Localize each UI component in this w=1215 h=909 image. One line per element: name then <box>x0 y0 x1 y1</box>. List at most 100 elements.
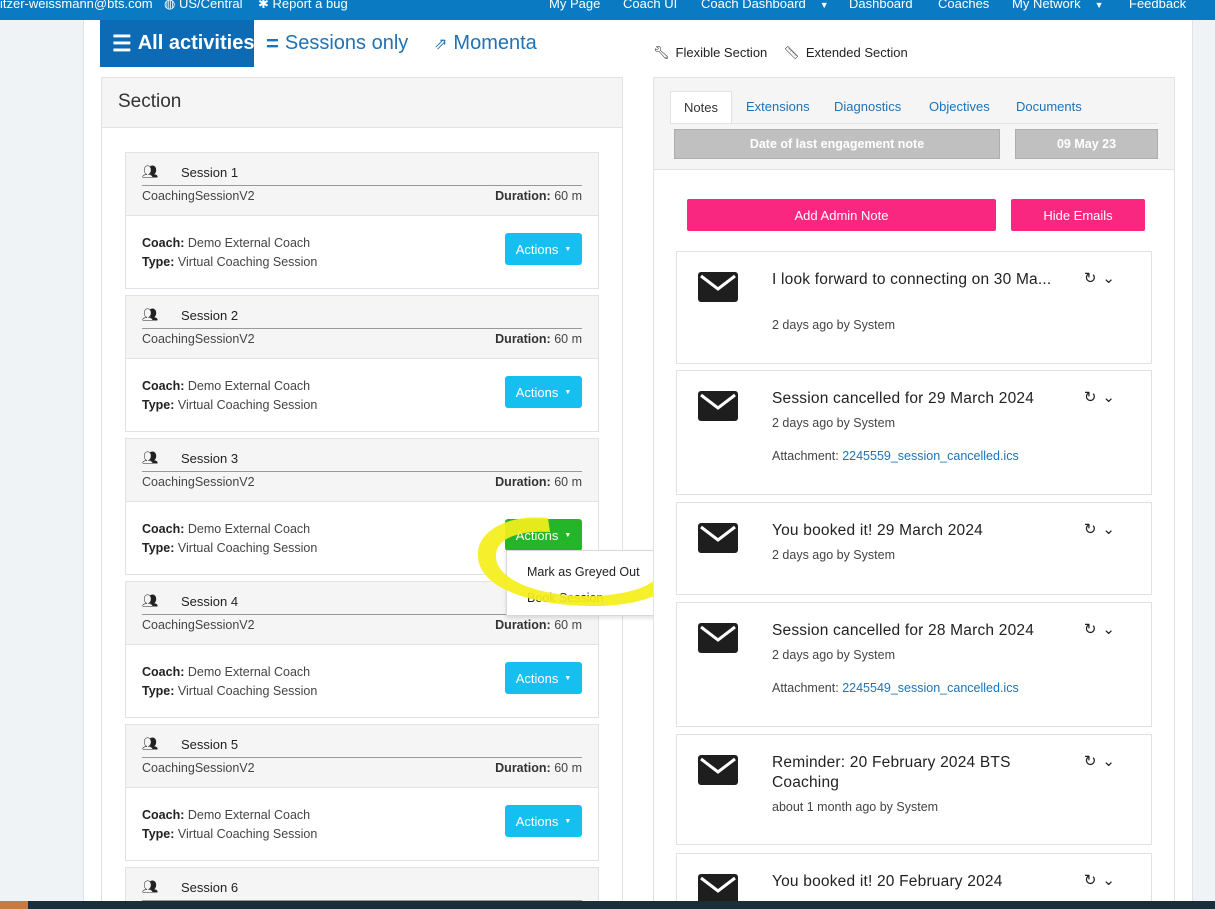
note-item-2[interactable]: Session cancelled for 29 March 2024 2 da… <box>676 370 1152 495</box>
actions-button[interactable]: Actions ▼ <box>505 233 582 265</box>
coach-label: Coach: <box>142 808 185 822</box>
actions-label: Actions <box>515 813 559 829</box>
nav-coach-dashboard[interactable]: Coach Dashboard ▼ <box>701 0 829 11</box>
duration-label: Duration: <box>495 761 551 775</box>
note-title: Reminder: 20 February 2024 BTS Coaching <box>772 754 1011 791</box>
chevron-down-icon[interactable]: ⌄ <box>1102 752 1115 770</box>
chevron-down-icon[interactable]: ⌄ <box>1102 620 1115 638</box>
chevron-down-icon[interactable]: ⌄ <box>1102 520 1115 538</box>
rocket-icon: ⇗ <box>434 35 448 53</box>
refresh-icon[interactable]: ↻ <box>1084 620 1097 638</box>
attachment-link[interactable]: 2245559_session_cancelled.ics <box>842 449 1019 463</box>
caret-down-icon: ▼ <box>564 245 572 253</box>
note-meta: 2 days ago by System <box>772 318 895 332</box>
chevron-down-icon[interactable]: ⌄ <box>1102 269 1115 287</box>
flexible-section-link[interactable]: 🔧︎ Flexible Section <box>653 45 767 61</box>
attachment-link[interactable]: 2245549_session_cancelled.ics <box>842 681 1019 695</box>
tab-objectives[interactable]: Objectives <box>929 91 990 124</box>
nav-my-network-label: My Network <box>1012 0 1081 11</box>
actions-button[interactable]: Actions ▼ <box>505 662 582 694</box>
note-item-1[interactable]: I look forward to connecting on 30 Ma...… <box>676 251 1152 364</box>
session-kind: CoachingSessionV2 <box>142 189 255 203</box>
session-coach: Coach: Demo External Coach <box>142 379 310 393</box>
session-card-1: 👥︎ Session 1 CoachingSessionV2 Duration: … <box>125 152 599 289</box>
actions-button[interactable]: Actions ▼ <box>505 805 582 837</box>
tab-extensions[interactable]: Extensions <box>746 91 810 124</box>
nav-feedback[interactable]: Feedback <box>1129 0 1186 11</box>
note-title: I look forward to connecting on 30 Ma... <box>772 271 1052 288</box>
refresh-icon[interactable]: ↻ <box>1084 388 1097 406</box>
actions-dropdown-menu: Mark as Greyed Out Book Session <box>506 550 660 616</box>
add-admin-note-button[interactable]: Add Admin Note <box>687 199 996 231</box>
chevron-down-icon[interactable]: ⌄ <box>1102 388 1115 406</box>
coach-label: Coach: <box>142 236 185 250</box>
nav-coaches[interactable]: Coaches <box>938 0 989 11</box>
timezone-link[interactable]: ◍ US/Central <box>164 0 243 12</box>
type-value: Virtual Coaching Session <box>177 255 318 269</box>
coach-value: Demo External Coach <box>187 379 311 393</box>
note-item-5[interactable]: Reminder: 20 February 2024 BTS Coaching … <box>676 734 1152 845</box>
users-icon: 👥︎ <box>142 307 159 322</box>
menu-item-mark-greyed-out[interactable]: Mark as Greyed Out <box>527 565 640 579</box>
refresh-icon[interactable]: ↻ <box>1084 871 1097 889</box>
equals-icon: = <box>266 30 279 56</box>
caret-down-icon: ▼ <box>564 531 572 539</box>
nav-my-network[interactable]: My Network ▼ <box>1012 0 1104 11</box>
taskbar-strip <box>0 901 1215 909</box>
filter-all-activities[interactable]: ☰ All activities <box>100 20 254 67</box>
actions-button[interactable]: Actions ▼ <box>505 376 582 408</box>
tab-diagnostics[interactable]: Diagnostics <box>834 91 901 124</box>
tab-documents[interactable]: Documents <box>1016 91 1082 124</box>
filter-sessions-only[interactable]: = Sessions only <box>254 20 420 67</box>
chevron-down-icon: ▼ <box>819 0 829 10</box>
hide-emails-button[interactable]: Hide Emails <box>1011 199 1145 231</box>
user-email[interactable]: itzer-weissmann@bts.com <box>0 0 153 11</box>
filter-sessions-label: Sessions only <box>284 32 409 54</box>
nav-my-page[interactable]: My Page <box>549 0 600 11</box>
attachment-label: Attachment: <box>772 681 839 695</box>
note-meta: 2 days ago by System <box>772 548 895 562</box>
session-kind: CoachingSessionV2 <box>142 618 255 632</box>
session-duration: Duration: 60 m <box>495 189 582 203</box>
last-engagement-date: 09 May 23 <box>1015 129 1158 159</box>
coach-label: Coach: <box>142 665 185 679</box>
session-type: Type: Virtual Coaching Session <box>142 684 317 698</box>
chevron-down-icon: ▼ <box>1094 0 1104 10</box>
note-attachment: Attachment: 2245549_session_cancelled.ic… <box>772 681 1019 695</box>
tab-notes[interactable]: Notes <box>670 91 732 124</box>
extended-section-link[interactable]: 📏︎ Extended Section <box>783 45 907 61</box>
session-name: Session 1 <box>181 165 239 180</box>
type-value: Virtual Coaching Session <box>177 827 318 841</box>
refresh-icon[interactable]: ↻ <box>1084 752 1097 770</box>
type-label: Type: <box>142 541 175 555</box>
refresh-icon[interactable]: ↻ <box>1084 269 1097 287</box>
note-item-3[interactable]: You booked it! 29 March 2024 2 days ago … <box>676 502 1152 595</box>
note-title: You booked it! 20 February 2024 <box>772 873 1003 890</box>
section-panel: Section 👥︎ Session 1 CoachingSessionV2 Du… <box>101 77 623 909</box>
note-item-4[interactable]: Session cancelled for 28 March 2024 2 da… <box>676 602 1152 727</box>
filter-momenta[interactable]: ⇗ Momenta <box>422 20 549 67</box>
users-icon: 👥︎ <box>142 593 159 608</box>
users-icon: 👥︎ <box>142 450 159 465</box>
session-name: Session 6 <box>181 880 239 895</box>
coach-value: Demo External Coach <box>187 522 311 536</box>
extended-section-label: Extended Section <box>805 45 908 60</box>
menu-item-book-session[interactable]: Book Session <box>527 591 603 605</box>
users-icon: 👥︎ <box>142 879 159 894</box>
note-title: Session cancelled for 29 March 2024 <box>772 390 1035 407</box>
report-bug-link[interactable]: ✱ Report a bug <box>258 0 348 12</box>
type-value: Virtual Coaching Session <box>177 398 318 412</box>
actions-label: Actions <box>515 527 559 543</box>
session-duration: Duration: 60 m <box>495 332 582 346</box>
users-icon: 👥︎ <box>142 164 159 179</box>
chevron-down-icon[interactable]: ⌄ <box>1102 871 1115 889</box>
nav-coach-ui[interactable]: Coach UI <box>623 0 677 11</box>
envelope-icon <box>698 755 738 785</box>
actions-button-open[interactable]: Actions ▼ <box>505 519 582 551</box>
nav-coach-dashboard-label: Coach Dashboard <box>701 0 806 11</box>
nav-dashboard[interactable]: Dashboard <box>849 0 913 11</box>
refresh-icon[interactable]: ↻ <box>1084 520 1097 538</box>
type-label: Type: <box>142 827 175 841</box>
ruler-icon: 📏︎ <box>783 45 800 60</box>
session-kind: CoachingSessionV2 <box>142 332 255 346</box>
